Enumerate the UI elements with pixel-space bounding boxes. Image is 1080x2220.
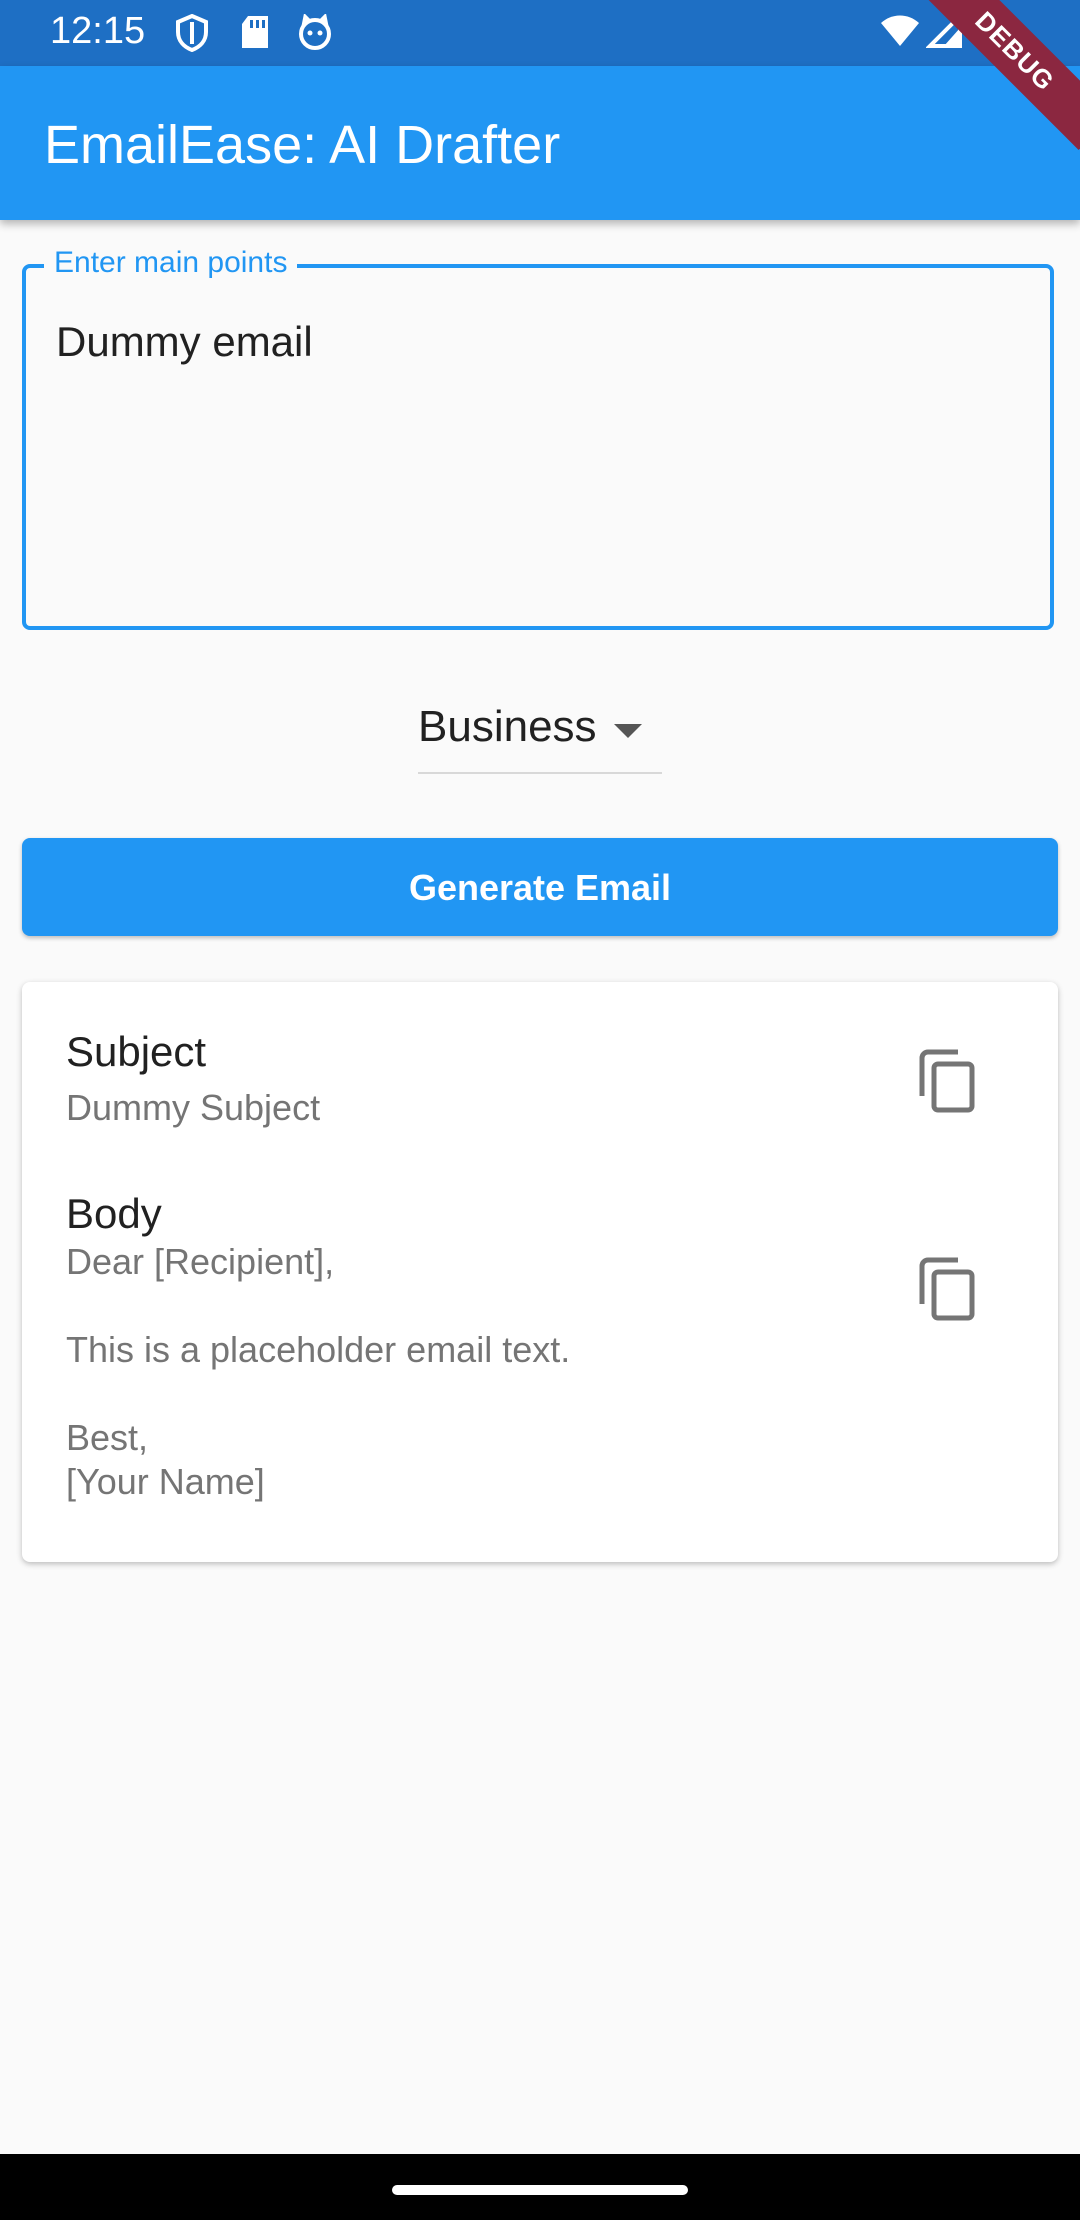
- result-card: Subject Dummy Subject Body Dear [Recipie…: [22, 982, 1058, 1562]
- navigation-bar: [0, 2154, 1080, 2220]
- shield-icon: [174, 13, 210, 57]
- home-gesture-pill[interactable]: [392, 2185, 688, 2195]
- body-text: Dear [Recipient], This is a placeholder …: [66, 1241, 571, 1502]
- copy-subject-icon[interactable]: [918, 1048, 978, 1119]
- dropdown-arrow-icon: [614, 724, 642, 738]
- generate-email-button[interactable]: Generate Email: [22, 838, 1058, 936]
- main-points-field[interactable]: Enter main points Dummy email: [22, 246, 1054, 630]
- signal-icon: [925, 11, 962, 53]
- main-points-label: Enter main points: [44, 246, 298, 280]
- status-time: 12:15: [50, 10, 146, 52]
- battery-icon: [980, 14, 1004, 57]
- tone-dropdown[interactable]: Business: [418, 700, 662, 774]
- sd-card-icon: [240, 14, 270, 55]
- subject-title: Subject: [66, 1028, 207, 1075]
- cat-icon: [296, 12, 334, 55]
- copy-body-icon[interactable]: [918, 1256, 978, 1327]
- app-title: EmailEase: AI Drafter: [44, 115, 561, 175]
- app-bar: EmailEase: AI Drafter: [0, 66, 1080, 220]
- main-points-input[interactable]: Dummy email: [56, 318, 313, 366]
- wifi-icon: [880, 14, 920, 53]
- subject-text: Dummy Subject: [66, 1087, 321, 1128]
- body-title: Body: [66, 1190, 162, 1237]
- status-bar: 12:15: [0, 0, 1080, 66]
- tone-selected-value: Business: [418, 702, 597, 751]
